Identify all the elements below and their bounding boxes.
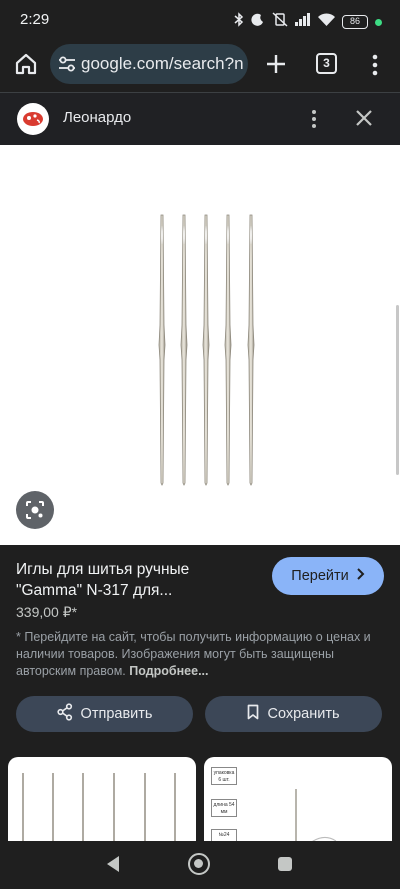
save-button-label: Сохранить [267, 706, 340, 722]
needle-diagram [295, 789, 337, 841]
source-logo-icon [17, 103, 49, 135]
needle [202, 214, 210, 486]
needles-image [158, 214, 255, 486]
status-icons: 86 [234, 12, 382, 32]
omnibox[interactable]: google.com/search?n [50, 44, 248, 84]
needle [180, 214, 188, 486]
needle [247, 214, 255, 486]
site-settings-icon[interactable] [58, 56, 76, 72]
product-image[interactable] [0, 145, 400, 545]
bluetooth-icon [234, 12, 244, 32]
browser-toolbar: google.com/search?n 3 [0, 40, 400, 92]
needle [224, 214, 232, 486]
status-time: 2:29 [20, 11, 50, 28]
scrollbar-thumb[interactable] [396, 305, 399, 475]
back-icon[interactable] [105, 855, 121, 878]
save-button[interactable]: Сохранить [205, 696, 382, 732]
visit-button-label: Перейти [291, 568, 349, 584]
product-title[interactable]: Иглы для шитья ручные "Gamma" N-317 для.… [16, 559, 256, 601]
more-vert-icon[interactable] [366, 52, 384, 78]
share-button[interactable]: Отправить [16, 696, 193, 732]
recents-icon[interactable] [278, 857, 292, 871]
share-icon [56, 703, 73, 725]
url-text[interactable]: google.com/search?n [81, 54, 243, 74]
new-tab-icon[interactable] [262, 50, 290, 78]
charging-dot-icon [375, 18, 382, 26]
home-icon[interactable] [12, 50, 40, 78]
needles-thumbnail [22, 773, 176, 841]
related-images: упаковка 6 шт. длина 54 мм №24 [0, 755, 400, 841]
product-price: 339,00 ₽* [16, 604, 78, 620]
share-button-label: Отправить [80, 706, 153, 722]
disclaimer: * Перейдите на сайт, чтобы получить инфо… [16, 629, 371, 680]
related-image[interactable] [8, 757, 196, 841]
visit-button[interactable]: Перейти [272, 557, 384, 595]
vibrate-off-icon [272, 12, 288, 32]
bookmark-icon [247, 704, 259, 724]
wifi-icon [318, 13, 335, 31]
learn-more-link[interactable]: Подробнее... [129, 664, 208, 678]
related-image[interactable]: упаковка 6 шт. длина 54 мм №24 [204, 757, 392, 841]
do-not-disturb-icon [251, 13, 265, 32]
status-bar: 2:29 86 [0, 0, 400, 40]
needle [158, 214, 166, 486]
close-icon[interactable] [352, 106, 376, 130]
lens-search-icon[interactable] [16, 491, 54, 529]
signal-icon [295, 13, 311, 31]
tabs-icon[interactable]: 3 [316, 53, 337, 74]
system-nav-bar [0, 841, 400, 889]
battery-icon: 86 [342, 15, 368, 29]
source-name[interactable]: Леонардо [63, 109, 131, 126]
source-more-icon[interactable] [306, 107, 322, 131]
home-nav-icon[interactable] [188, 853, 210, 875]
chevron-right-icon [355, 568, 365, 584]
source-header: Леонардо [0, 93, 400, 145]
